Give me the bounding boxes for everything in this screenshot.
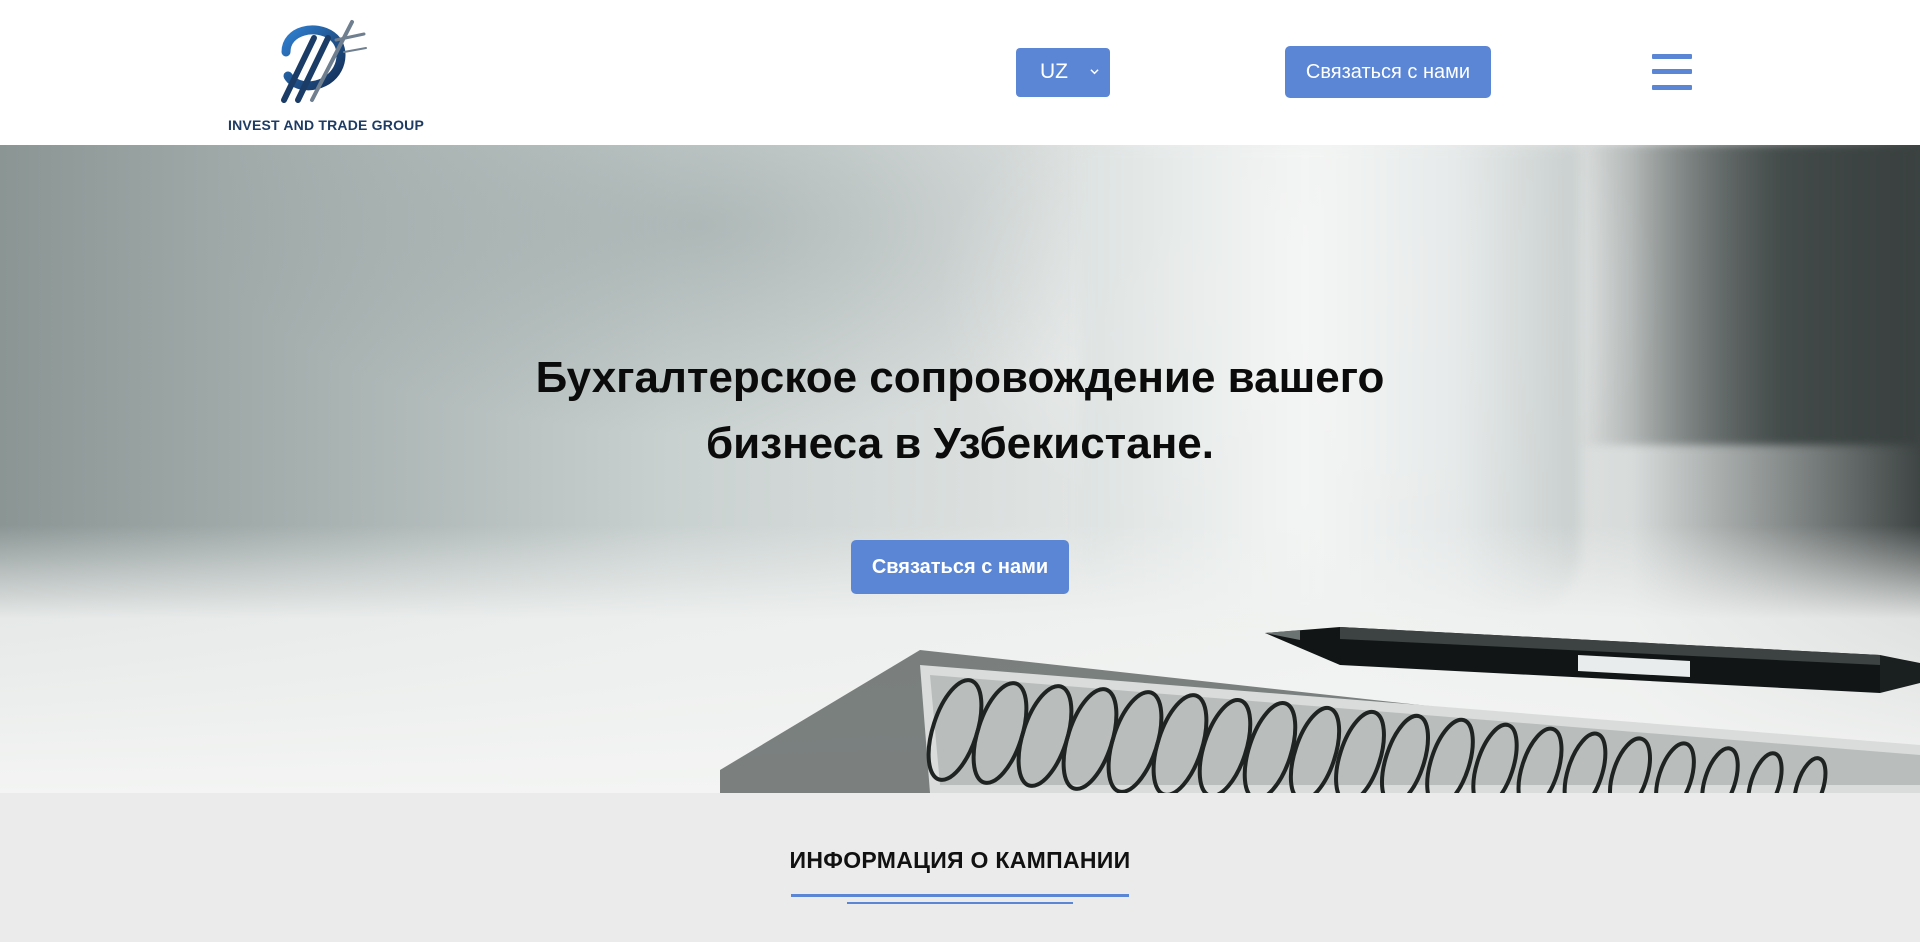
hero-title: Бухгалтерское сопровождение вашего бизне… <box>535 353 1385 468</box>
contact-us-button-header[interactable]: Связаться с нами <box>1285 46 1491 98</box>
logo-mark-icon <box>281 20 367 103</box>
section-title: ИНФОРМАЦИЯ О КАМПАНИИ <box>789 847 1131 873</box>
company-info-section: ИНФОРМАЦИЯ О КАМПАНИИ <box>0 793 1920 942</box>
chevron-down-icon <box>1090 69 1099 75</box>
hamburger-menu-icon[interactable] <box>1652 54 1692 90</box>
logo-text: INVEST AND TRADE GROUP <box>228 117 425 133</box>
hero-banner: Бухгалтерское сопровождение вашего бизне… <box>0 145 1920 793</box>
contact-us-button-hero[interactable]: Связаться с нами <box>851 540 1069 594</box>
company-logo[interactable]: INVEST AND TRADE GROUP <box>226 12 425 136</box>
language-select-value: UZ <box>1040 60 1068 83</box>
section-title-underline <box>791 894 1129 897</box>
section-title-underline-secondary <box>847 902 1073 904</box>
language-select[interactable]: UZ <box>1016 48 1110 97</box>
site-header: INVEST AND TRADE GROUP UZ Связаться с на… <box>0 0 1920 145</box>
